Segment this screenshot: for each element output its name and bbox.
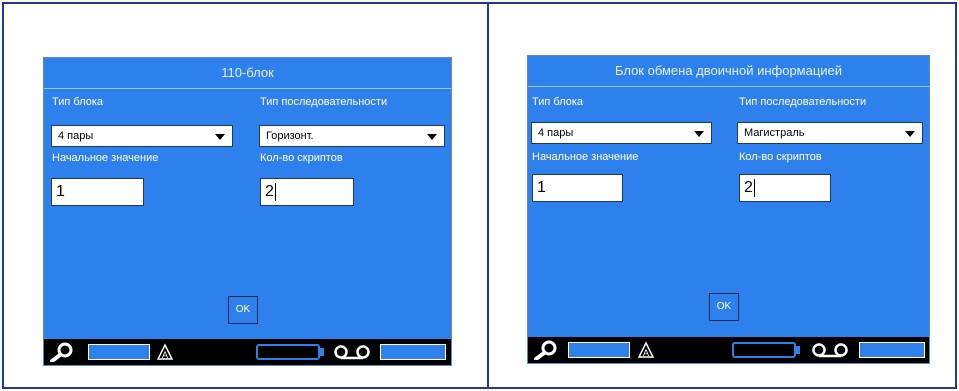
terminal-count-input[interactable]: 2 — [260, 178, 354, 206]
sequence-type-value: Магистраль — [744, 127, 805, 139]
dropdown-arrow-icon — [215, 134, 225, 140]
start-value-label: Начальное значение — [532, 151, 639, 163]
status-bar: A — [44, 339, 451, 365]
ok-button[interactable]: OK — [228, 296, 258, 324]
text-caret — [274, 182, 276, 201]
ok-button[interactable]: OK — [709, 293, 739, 321]
terminal-count-text: 2 — [744, 179, 753, 196]
block-type-label: Тип блока — [52, 96, 104, 108]
sequence-type-value: Горизонт. — [266, 130, 314, 142]
block-type-label: Тип блока — [532, 96, 584, 108]
label-roll-icon[interactable] — [810, 342, 852, 358]
battery-tip — [796, 346, 800, 354]
terminal-count-label: Кол-во скриптов — [260, 152, 343, 164]
block-type-dropdown[interactable]: 4 пары — [51, 125, 233, 147]
status-bar: A — [528, 337, 929, 363]
font-icon[interactable]: A — [156, 343, 174, 361]
status-field-2 — [380, 344, 446, 360]
svg-text:A: A — [162, 350, 168, 360]
dropdown-arrow-icon — [905, 131, 915, 137]
sequence-type-dropdown[interactable]: Горизонт. — [259, 125, 445, 147]
panel-divider — [487, 2, 489, 389]
terminal-count-input[interactable]: 2 — [739, 174, 831, 202]
dropdown-arrow-icon — [427, 134, 437, 140]
start-value-text: 1 — [56, 183, 65, 200]
block-type-value: 4 пары — [58, 130, 94, 142]
terminal-count-text: 2 — [265, 183, 274, 200]
start-value-input[interactable]: 1 — [51, 178, 144, 206]
terminal-count-label: Кол-во скриптов — [739, 151, 822, 163]
status-field-1 — [88, 344, 150, 360]
battery-tip — [320, 348, 324, 356]
label-roll-icon[interactable] — [332, 344, 374, 360]
svg-text:A: A — [643, 348, 649, 358]
status-field-2 — [859, 342, 925, 358]
left-screen: 110-блок Тип блока 4 пары Тип последоват… — [44, 58, 451, 365]
text-caret — [753, 178, 755, 197]
block-type-value: 4 пары — [538, 127, 574, 139]
sequence-type-label: Тип последовательности — [260, 96, 388, 108]
left-screen-title: 110-блок — [44, 58, 451, 89]
battery-icon — [256, 344, 320, 360]
font-icon[interactable]: A — [637, 341, 655, 359]
sequence-type-dropdown[interactable]: Магистраль — [737, 122, 923, 144]
block-type-dropdown[interactable]: 4 пары — [531, 122, 712, 144]
status-field-1 — [568, 342, 630, 358]
start-value-text: 1 — [537, 179, 546, 196]
right-screen: Блок обмена двоичной информацией Тип бло… — [528, 56, 929, 363]
start-value-label: Начальное значение — [52, 152, 159, 164]
search-icon[interactable] — [532, 340, 560, 360]
search-icon[interactable] — [48, 342, 76, 362]
right-screen-title: Блок обмена двоичной информацией — [528, 56, 929, 87]
battery-icon — [732, 342, 796, 358]
start-value-input[interactable]: 1 — [532, 174, 623, 202]
sequence-type-label: Тип последовательности — [739, 96, 867, 108]
dropdown-arrow-icon — [694, 131, 704, 137]
